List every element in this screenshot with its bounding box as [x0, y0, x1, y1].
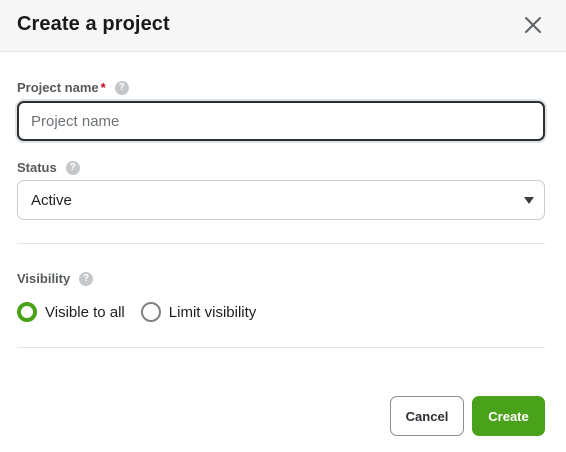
status-select[interactable]: Active [17, 180, 545, 220]
radio-visible-to-all[interactable]: Visible to all [17, 302, 125, 322]
visibility-label: Visibility ? [17, 271, 94, 286]
radio-label: Visible to all [45, 303, 125, 321]
caret-down-icon [524, 197, 534, 204]
status-label-text: Status [17, 160, 57, 175]
status-selected-value: Active [31, 192, 72, 209]
question-icon[interactable]: ? [114, 80, 129, 95]
create-button[interactable]: Create [472, 396, 545, 436]
question-icon[interactable]: ? [79, 271, 94, 286]
close-button[interactable] [517, 9, 549, 41]
dialog-title: Create a project [17, 13, 170, 35]
project-name-input[interactable] [17, 101, 545, 141]
visibility-radio-group: Visible to all Limit visibility [17, 302, 272, 322]
radio-unchecked-icon[interactable] [140, 302, 161, 322]
radio-label: Limit visibility [168, 303, 257, 321]
close-icon [525, 17, 541, 33]
required-mark: * [100, 80, 106, 95]
divider [17, 347, 545, 348]
cancel-button[interactable]: Cancel [390, 396, 464, 436]
radio-limit-visibility[interactable]: Limit visibility [140, 302, 257, 322]
question-icon[interactable]: ? [65, 160, 80, 175]
radio-checked-icon[interactable] [17, 302, 37, 322]
project-name-label: Project name * ? [17, 80, 129, 95]
status-label: Status ? [17, 160, 80, 175]
divider [17, 243, 545, 244]
create-project-dialog: Create a project Project name * ? Status… [0, 0, 566, 452]
dialog-header: Create a project [0, 0, 566, 52]
visibility-label-text: Visibility [17, 271, 71, 286]
project-name-label-text: Project name [17, 80, 99, 95]
